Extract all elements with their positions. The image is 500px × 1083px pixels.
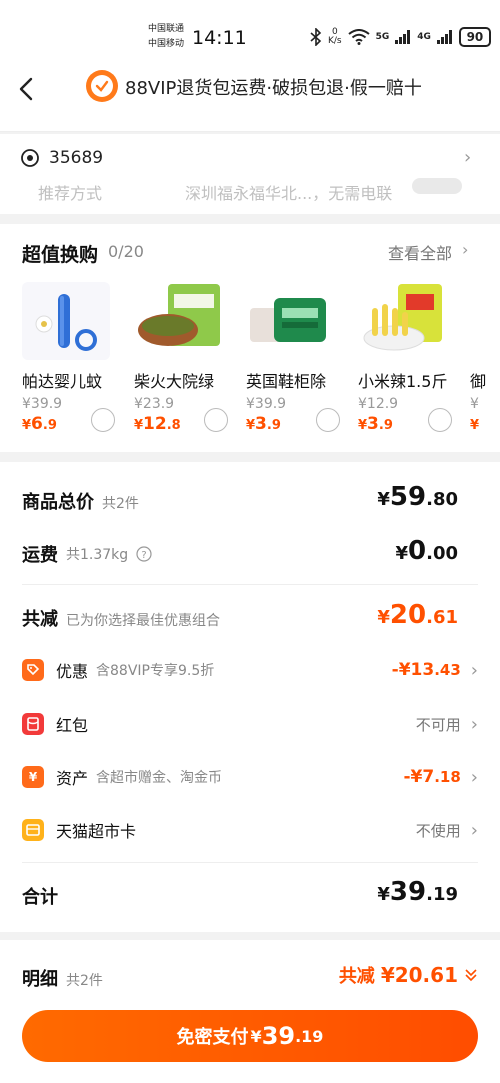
discount-row-asset[interactable]: ¥ 资产 含超市赠金、淘金币 -¥7.18 › [22,763,478,791]
signal-icon-1 [395,30,411,44]
total-amount: ¥39.19 [377,877,458,907]
product-name: 柴火大院绿 [134,372,215,391]
discount-row-redpacket[interactable]: 红包 不可用 › [22,710,478,738]
bluetooth-icon [310,28,322,46]
product-name: 御 [470,372,487,391]
product-select-radio[interactable] [91,408,115,432]
net-5g: 5G [375,32,390,42]
shipping-label: 运费 共1.37kg ? [22,541,152,567]
double-chevron-down-icon [465,969,477,982]
product-original-price: ¥39.9 [22,396,63,412]
product-price: ¥ [470,418,480,433]
product-image [134,282,222,360]
chevron-right-icon: › [464,147,472,168]
exchange-product[interactable]: 英国鞋柜除 ¥39.9 ¥3.9 [246,282,354,434]
exchange-product-partial[interactable]: 御 ¥ ¥ [470,368,500,434]
wifi-icon [348,29,370,45]
divider [22,584,478,585]
product-image [22,282,110,360]
chevron-right-icon: › [470,659,478,681]
product-original-price: ¥12.9 [358,396,399,412]
pay-dec: .19 [295,1026,324,1046]
goods-total-amount: ¥59.80 [377,482,458,512]
status-icons: 0 K/s 5G 4G 90 [310,26,491,48]
chevron-right-icon: › [470,819,478,841]
product-original-price: ¥ [470,396,479,412]
yen-coin-icon: ¥ [22,766,44,788]
product-original-price: ¥39.9 [246,396,287,412]
back-arrow-icon [19,77,33,101]
product-original-price: ¥23.9 [134,396,175,412]
status-time: 14:11 [192,27,247,49]
product-name: 英国鞋柜除 [246,372,327,391]
chevron-right-icon: › [462,240,469,259]
shipping-amount: ¥0.00 [395,536,458,566]
gift-card-icon [22,819,44,841]
signal-icon-2 [436,30,452,44]
exchange-product[interactable]: 帕达婴儿蚊 ¥39.9 ¥6.9 [22,282,130,434]
product-name: 帕达婴儿蚊 [22,372,103,391]
bottom-reduce[interactable]: 共减 ¥20.61 [339,962,478,988]
detail-toggle[interactable]: 明细 共2件 [22,965,103,991]
exchange-product[interactable]: 柴火大院绿 ¥23.9 ¥12.8 [134,282,242,434]
product-image [246,282,334,360]
location-pin-icon [21,149,39,167]
product-select-radio[interactable] [204,408,228,432]
view-all-label: 查看全部 [388,244,453,263]
pay-button[interactable]: 免密支付 ¥ 39 .19 [22,1010,478,1062]
divider [22,862,478,863]
product-image [358,282,446,360]
product-name: 小米辣1.5斤 [358,372,448,391]
pay-int: 39 [261,1022,296,1050]
shield-check-icon [86,70,118,102]
back-button[interactable] [14,74,42,104]
chevron-right-icon: › [470,713,478,735]
net-speed: 0 K/s [328,27,342,46]
chevron-right-icon: › [470,766,478,788]
pay-label: 免密支付 [176,1027,249,1048]
asset-value: -¥7.18 [403,767,461,787]
tmall-card-status: 不使用 [415,821,461,840]
discount-row-coupon[interactable]: 优惠 含88VIP专享9.5折 -¥13.43 › [22,656,478,684]
exchange-product[interactable]: 小米辣1.5斤 ¥12.9 ¥3.9 [358,282,466,434]
coupon-tag-icon [22,659,44,681]
reduce-amount: ¥20.61 [377,600,458,630]
battery-indicator: 90 [458,27,491,47]
delivery-toggle[interactable] [412,178,462,194]
svg-text:?: ? [142,550,147,561]
reduce-label: 共减 已为你选择最佳优惠组合 [22,609,220,630]
pay-yen: ¥ [250,1026,262,1046]
product-select-radio[interactable] [428,408,452,432]
exchange-count: 0/20 [108,242,144,261]
question-circle-icon[interactable]: ? [136,546,152,562]
net-4g: 4G [417,32,431,42]
redpacket-status: 不可用 [415,715,461,734]
carrier-1: 中国联通 [148,24,185,34]
red-packet-icon [22,713,44,735]
carrier-2: 中国移动 [148,39,185,49]
delivery-method-value: 深圳福永福华北...，无需电联 [185,184,393,203]
carrier-labels: 中国联通 中国移动 [148,22,184,52]
delivery-method-label: 推荐方式 [38,184,103,203]
view-all-link[interactable]: 查看全部 › [388,240,468,264]
coupon-value: -¥13.43 [391,660,461,680]
address-code: 35689 [49,148,104,168]
total-label: 合计 [22,887,58,908]
exchange-title: 超值换购 [22,244,99,266]
header-title: 88VIP退货包运费·破损包退·假一赔十 [125,78,422,99]
goods-total-label: 商品总价 共2件 [22,492,139,513]
discount-row-tmall-card[interactable]: 天猫超市卡 不使用 › [22,816,478,844]
product-select-radio[interactable] [316,408,340,432]
